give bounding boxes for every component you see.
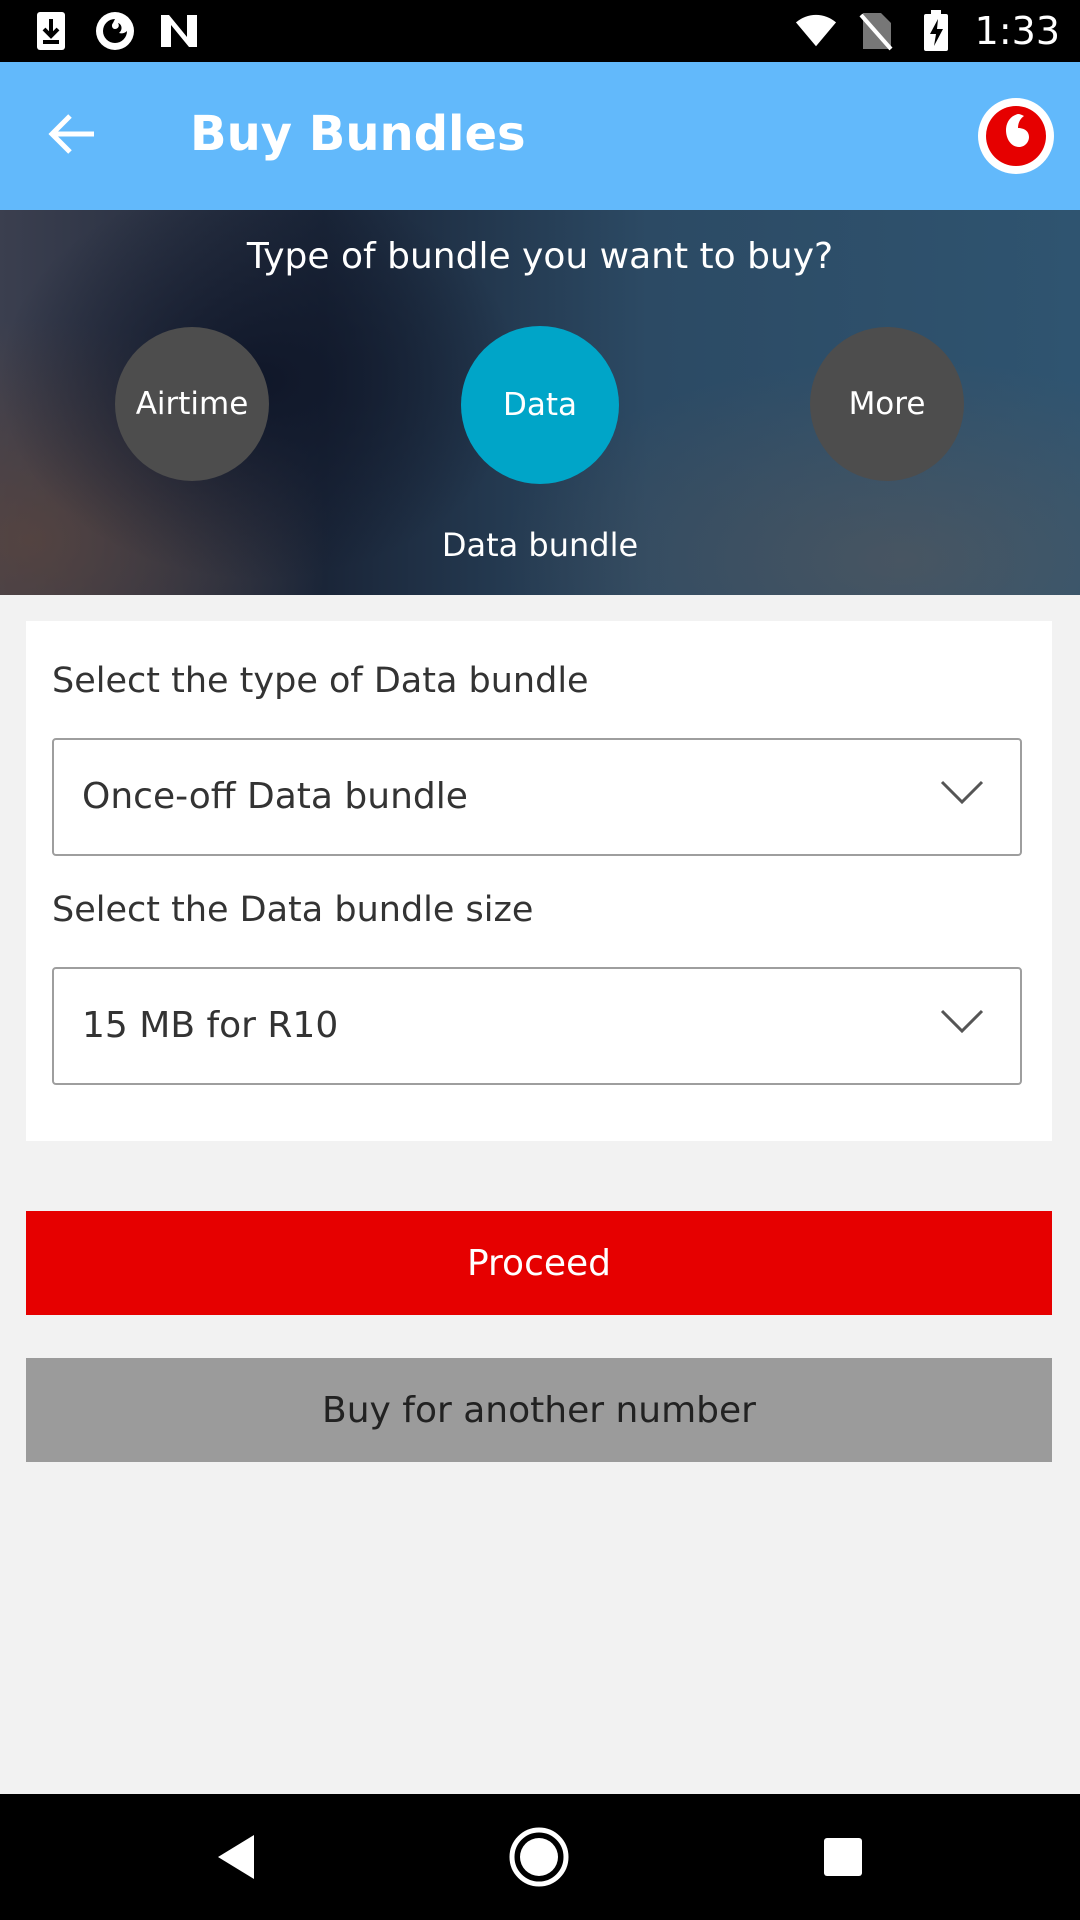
bundle-type-dropdown[interactable]: Once-off Data bundle <box>52 738 1022 856</box>
bundle-type-selector: Type of bundle you want to buy? Airtime … <box>0 210 1080 595</box>
chevron-down-icon <box>940 780 984 805</box>
nav-home-button[interactable] <box>506 1824 572 1890</box>
back-button[interactable] <box>40 102 104 166</box>
bundle-size-value: 15 MB for R10 <box>82 1005 339 1046</box>
app-bar: Buy Bundles <box>0 62 1080 210</box>
home-circle-icon <box>509 1827 569 1887</box>
option-data[interactable]: Data <box>461 326 619 484</box>
selected-bundle-caption: Data bundle <box>441 526 639 564</box>
option-airtime[interactable]: Airtime <box>115 327 269 481</box>
status-bar: 1:33 <box>0 0 1080 62</box>
battery-charging-icon <box>915 10 957 52</box>
chevron-down-icon <box>940 1009 984 1034</box>
proceed-button[interactable]: Proceed <box>26 1211 1052 1315</box>
wifi-icon <box>795 10 837 52</box>
page-title: Buy Bundles <box>190 106 526 162</box>
nav-recents-button[interactable] <box>810 1824 876 1890</box>
status-right-icons: 1:33 <box>795 8 1060 54</box>
option-more[interactable]: More <box>810 327 964 481</box>
bundle-type-question: Type of bundle you want to buy? <box>246 236 834 277</box>
arrow-left-icon <box>48 114 94 154</box>
firefox-icon <box>94 10 136 52</box>
vodafone-logo <box>978 98 1054 174</box>
download-icon <box>30 10 72 52</box>
bundle-size-dropdown[interactable]: 15 MB for R10 <box>52 967 1022 1085</box>
status-left-icons <box>30 8 200 54</box>
bundle-type-label: Select the type of Data bundle <box>52 661 589 701</box>
n-icon <box>158 10 200 52</box>
bundle-size-label: Select the Data bundle size <box>52 890 534 930</box>
back-triangle-icon <box>218 1835 254 1879</box>
bundle-form-card: Select the type of Data bundle Once-off … <box>26 621 1052 1141</box>
status-time: 1:33 <box>974 9 1060 53</box>
bundle-type-value: Once-off Data bundle <box>82 776 468 817</box>
recents-square-icon <box>824 1838 862 1876</box>
nav-back-button[interactable] <box>203 1824 269 1890</box>
no-sim-icon <box>855 10 897 52</box>
buy-for-another-number-button[interactable]: Buy for another number <box>26 1358 1052 1462</box>
navigation-bar <box>0 1794 1080 1920</box>
